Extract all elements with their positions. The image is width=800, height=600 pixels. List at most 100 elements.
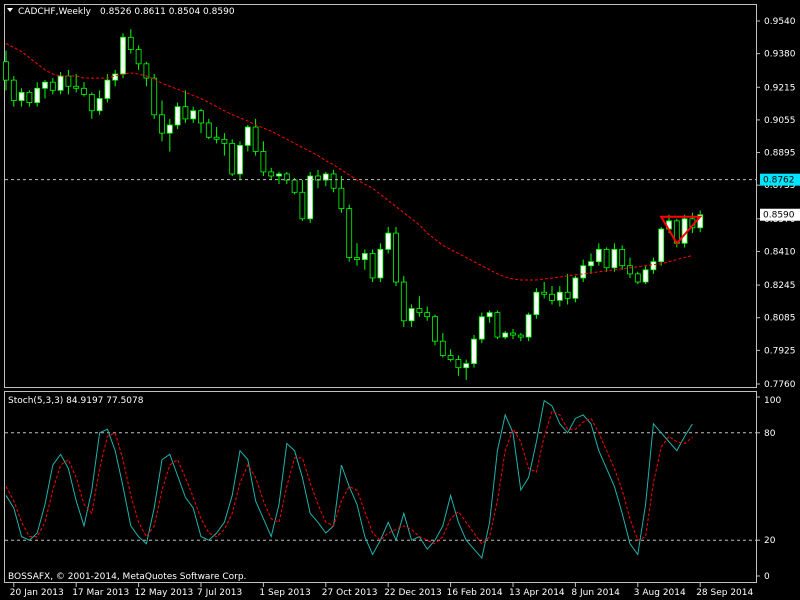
candle-body	[416, 308, 423, 314]
copyright-label: BOSSAFX, © 2001-2014, MetaQuotes Softwar…	[8, 572, 246, 582]
candle-body	[88, 94, 95, 112]
candle-body	[486, 312, 493, 318]
candle-body	[65, 75, 72, 87]
candle-body	[627, 265, 633, 275]
candle	[393, 226, 399, 287]
candle-body	[455, 359, 462, 369]
time-tick-label: 8 Jun 2014	[571, 588, 620, 598]
candle-body	[650, 261, 657, 271]
candle-body	[603, 249, 610, 269]
stoch-title: Stoch(5,3,3) 84.9197 77.5078	[8, 396, 144, 406]
candle-body	[276, 173, 282, 177]
candle-body	[642, 269, 649, 283]
candle	[346, 204, 353, 262]
candle-body	[377, 249, 384, 279]
candle-body	[549, 293, 555, 301]
price-tick-label: 0.8245	[764, 281, 796, 291]
candle-body	[81, 87, 87, 95]
candle-body	[533, 291, 540, 316]
stoch-tick-label: 0	[764, 572, 770, 582]
ohlc-label: 0.8526 0.8611 0.8504 0.8590	[100, 7, 235, 17]
candle-body	[283, 173, 290, 181]
candle-body	[260, 151, 267, 173]
candle	[229, 139, 236, 176]
candle-body	[517, 334, 524, 338]
candle	[658, 226, 665, 266]
stoch-tick-label: 80	[764, 429, 776, 439]
candle-body	[57, 75, 64, 91]
candle-body	[198, 110, 204, 124]
candle-body	[494, 312, 501, 338]
candle-body	[580, 265, 587, 279]
candle-body	[120, 36, 126, 75]
candle-body	[658, 228, 665, 263]
candle-body	[252, 126, 259, 152]
candle-body	[166, 124, 173, 134]
price-tick-label: 0.8085	[764, 314, 796, 324]
candle-body	[34, 87, 41, 103]
candle-body	[229, 142, 236, 175]
candle-body	[174, 106, 181, 126]
price-tick-label: 0.8895	[764, 149, 796, 159]
candle-body	[205, 122, 212, 138]
stoch-tick-label: 100	[764, 396, 781, 406]
candle	[525, 312, 532, 342]
candle-body	[307, 175, 314, 220]
candle	[533, 288, 540, 319]
price-tick-label: 0.7925	[764, 346, 796, 356]
candle-body	[291, 179, 298, 193]
candle-body	[595, 249, 602, 263]
candle-body	[104, 79, 111, 99]
candle-body	[525, 314, 532, 338]
candle-body	[400, 281, 407, 322]
price-tick-label: 0.9055	[764, 116, 796, 126]
time-tick-label: 12 May 2013	[135, 588, 194, 598]
stoch-tick-label: 20	[764, 536, 776, 546]
hline-price-label-text: 0.8762	[763, 176, 795, 186]
chart-canvas: CADCHF,Weekly 0.8526 0.8611 0.8504 0.859…	[0, 0, 800, 600]
candle-body	[182, 106, 189, 120]
candle-body	[385, 232, 392, 250]
candle-body	[564, 291, 571, 299]
candle-body	[510, 332, 516, 336]
time-tick-label: 16 Feb 2014	[447, 588, 503, 598]
candle-body	[502, 332, 509, 338]
time-tick-label: 22 Dec 2013	[384, 588, 442, 598]
candle-body	[432, 316, 438, 342]
candle-body	[338, 187, 345, 210]
candle-body	[393, 232, 399, 283]
candle	[432, 314, 438, 346]
candle-body	[447, 355, 454, 360]
price-tick-label: 0.7760	[764, 380, 796, 390]
candle-body	[541, 291, 548, 295]
time-tick-label: 28 Sep 2014	[696, 588, 753, 598]
candle	[174, 102, 181, 130]
candle-body	[424, 312, 431, 318]
candle-body	[135, 49, 142, 65]
price-tick-label: 0.9215	[764, 83, 796, 93]
candle	[471, 335, 477, 368]
candle-body	[213, 136, 220, 140]
candle-body	[322, 173, 329, 181]
time-tick-label: 1 Sep 2013	[259, 588, 310, 598]
candle	[151, 74, 158, 119]
candle-body	[634, 273, 641, 283]
candle-body	[611, 249, 618, 269]
candle	[478, 312, 485, 344]
price-tick-label: 0.9380	[764, 50, 796, 60]
candle	[572, 275, 579, 303]
candle-body	[42, 81, 48, 89]
candle	[120, 33, 126, 79]
candle	[237, 141, 243, 181]
candle-body	[556, 291, 563, 301]
time-tick-label: 13 Apr 2014	[509, 588, 565, 598]
candle-body	[369, 253, 376, 279]
candle-body	[3, 61, 9, 81]
candle-body	[408, 308, 415, 322]
candle-body	[151, 77, 158, 116]
candle-body	[244, 126, 251, 146]
candle-body	[26, 91, 33, 103]
candle-body	[478, 316, 485, 340]
time-tick-label: 3 Aug 2014	[634, 588, 686, 598]
price-tick-label: 0.8410	[764, 247, 796, 257]
